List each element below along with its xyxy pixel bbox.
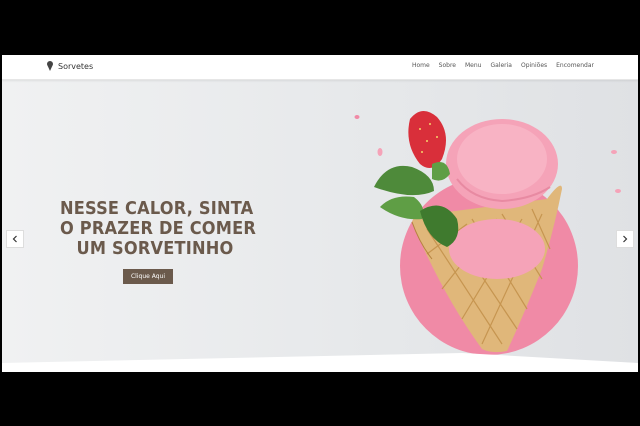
hero-headline: NESSE CALOR, SINTA O PRAZER DE COMER UM … — [60, 198, 257, 259]
next-slide-button[interactable] — [616, 230, 634, 248]
chevron-right-icon — [623, 235, 628, 243]
cta-button[interactable]: Clique Aqui — [123, 269, 173, 284]
main-nav: Home Sobre Menu Galeria Opiniões Encomen… — [412, 62, 594, 69]
scoop-lower — [449, 219, 545, 279]
nav-opinioes[interactable]: Opiniões — [521, 62, 547, 69]
brand[interactable]: Sorvetes — [46, 61, 93, 71]
headline-line-2: O PRAZER DE COMER — [60, 218, 257, 239]
hero-slider: NESSE CALOR, SINTA O PRAZER DE COMER UM … — [2, 79, 638, 372]
nav-galeria[interactable]: Galeria — [490, 62, 512, 69]
scoop-upper — [446, 119, 558, 209]
nav-menu[interactable]: Menu — [465, 62, 481, 69]
page: Sorvetes Home Sobre Menu Galeria Opiniõe… — [2, 55, 638, 372]
navbar: Sorvetes Home Sobre Menu Galeria Opiniõe… — [2, 55, 638, 80]
nav-home[interactable]: Home — [412, 62, 430, 69]
brand-name: Sorvetes — [58, 61, 94, 71]
headline-line-3: UM SORVETINHO — [76, 238, 234, 259]
chevron-left-icon — [12, 235, 17, 243]
nav-encomendar[interactable]: Encomendar — [556, 62, 594, 69]
nav-sobre[interactable]: Sobre — [439, 62, 456, 69]
strawberry — [408, 110, 446, 168]
prev-slide-button[interactable] — [6, 230, 24, 248]
headline-line-1: NESSE CALOR, SINTA — [60, 198, 254, 219]
ice-cream-icon — [47, 61, 53, 71]
